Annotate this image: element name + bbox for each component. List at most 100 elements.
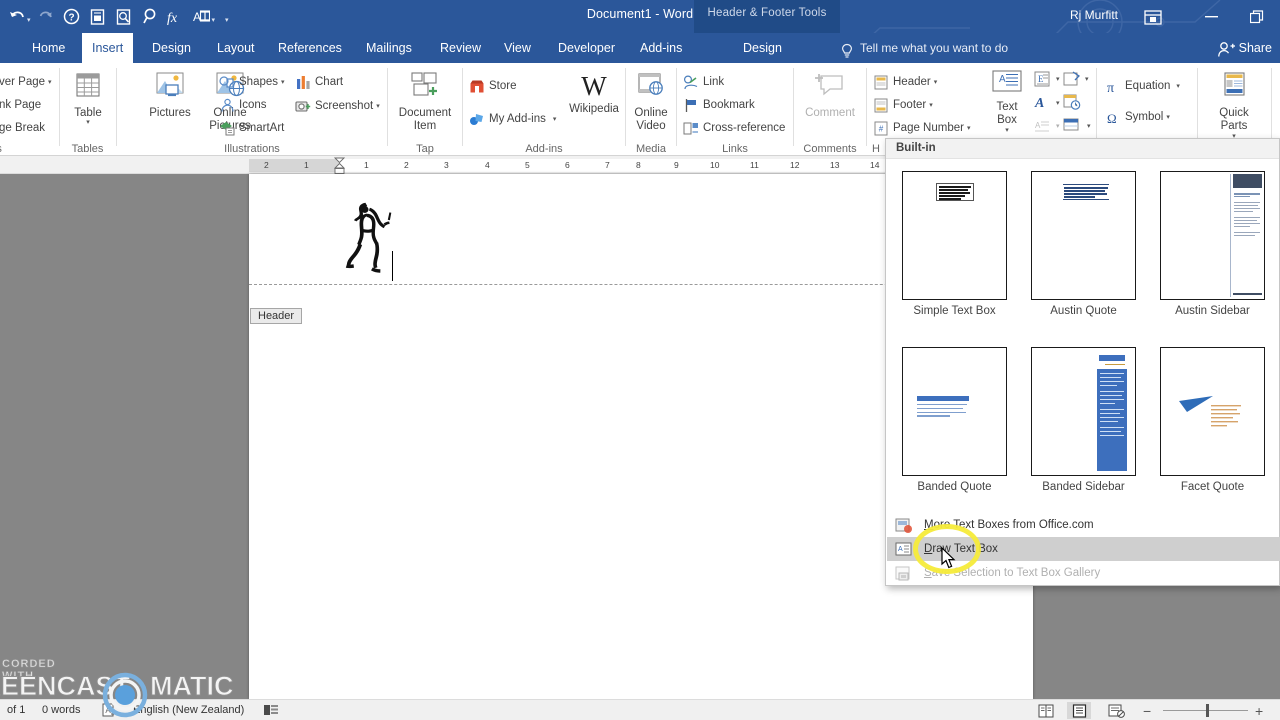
quick-parts-button[interactable]: Quick Parts ▾: [1205, 71, 1263, 140]
tab-mailings[interactable]: Mailings: [356, 33, 422, 63]
web-layout-view-button[interactable]: [1104, 702, 1128, 719]
tab-header-footer-design[interactable]: Design: [733, 33, 792, 63]
gallery-label-banded-sidebar: Banded Sidebar: [1042, 481, 1125, 493]
page-number-button[interactable]: # Page Number ▾: [872, 118, 970, 138]
menu-item-more-text-boxes[interactable]: More Text Boxes from Office.com: [887, 513, 1280, 537]
pictures-button[interactable]: Pictures: [142, 71, 198, 119]
blank-page-button[interactable]: nk Page: [0, 95, 41, 115]
tab-review[interactable]: Review: [430, 33, 491, 63]
icons-button[interactable]: Icons: [218, 95, 267, 115]
ruler-text-area: [340, 159, 888, 172]
language-indicator[interactable]: English (New Zealand): [133, 704, 244, 716]
gallery-item-banded-sidebar[interactable]: Banded Sidebar: [1031, 347, 1136, 493]
ruler-tick-2: 2: [404, 160, 409, 170]
window-controls[interactable]: [1188, 0, 1280, 33]
gallery-item-simple-text-box[interactable]: Simple Text Box: [902, 171, 1007, 317]
wordart-caret[interactable]: ▾: [1056, 99, 1060, 107]
tab-references[interactable]: References: [268, 33, 352, 63]
text-box-gallery-dropdown[interactable]: Built-in Simple Text Box Austin Quote Au…: [885, 138, 1280, 586]
ruler-tick-left-2: 2: [264, 160, 269, 170]
ruler-left-margin: [249, 159, 340, 172]
signature-line-caret[interactable]: ▾: [1056, 122, 1060, 130]
smartart-button[interactable]: SmartArt: [218, 118, 284, 138]
symbol-label: Symbol: [1125, 111, 1164, 123]
drop-cap-button[interactable]: E: [1034, 71, 1051, 90]
my-addins-button[interactable]: My Add-ins ▾: [468, 109, 556, 129]
store-button[interactable]: Store: [468, 76, 517, 96]
drop-cap-caret[interactable]: ▾: [1056, 75, 1060, 83]
equation-button[interactable]: π Equation ▾: [1104, 76, 1180, 96]
table-dropdown-caret[interactable]: ▾: [86, 119, 90, 126]
smartart-icon: [218, 120, 236, 136]
record-macro-icon[interactable]: [263, 703, 279, 720]
menu-item-save-selection[interactable]: Save Selection to Text Box Gallery: [887, 561, 1280, 585]
link-button[interactable]: Link: [682, 72, 724, 92]
document-item-button[interactable]: Document Item: [393, 71, 457, 133]
page-break-button[interactable]: ge Break: [0, 118, 45, 138]
ribbon-group-pages: ver Page▾ nk Page ge Break ages: [0, 63, 58, 156]
page-break-label: ge Break: [0, 122, 46, 134]
cover-page-button[interactable]: ver Page ▾: [0, 72, 52, 92]
gallery-item-austin-sidebar[interactable]: Austin Sidebar: [1160, 171, 1265, 317]
table-button[interactable]: Table ▾: [66, 71, 110, 126]
date-time-button[interactable]: [1063, 94, 1081, 113]
header-button[interactable]: Header ▾: [872, 72, 937, 92]
share-label: Share: [1238, 41, 1272, 55]
screenshot-button[interactable]: Screenshot ▾: [294, 96, 380, 116]
user-account-name[interactable]: Rj Murfitt: [1070, 8, 1118, 22]
shapes-button[interactable]: Shapes ▾: [218, 72, 285, 92]
tab-view[interactable]: View: [494, 33, 541, 63]
print-layout-view-button[interactable]: [1067, 702, 1091, 719]
tennis-player-silhouette-image[interactable]: [339, 200, 395, 281]
gallery-item-banded-quote[interactable]: Banded Quote: [902, 347, 1007, 493]
read-mode-view-button[interactable]: [1034, 702, 1058, 719]
tab-home[interactable]: Home: [22, 33, 75, 63]
symbol-button[interactable]: Ω Symbol ▾: [1104, 107, 1170, 127]
restore-icon[interactable]: [1234, 0, 1280, 33]
ribbon-display-options-icon[interactable]: [1138, 6, 1168, 28]
page-indicator[interactable]: of 1: [7, 704, 25, 716]
text-box-dropdown-caret[interactable]: ▾: [1005, 127, 1009, 134]
table-label: Table: [74, 106, 102, 119]
tab-addins[interactable]: Add-ins: [630, 33, 692, 63]
share-button[interactable]: Share: [1217, 33, 1272, 63]
tab-design[interactable]: Design: [142, 33, 201, 63]
object-caret[interactable]: ▾: [1085, 75, 1089, 83]
text-from-file-button[interactable]: [1063, 118, 1081, 135]
gallery-item-facet-quote[interactable]: Facet Quote: [1160, 347, 1265, 493]
text-box-button[interactable]: A Text Box ▾: [986, 69, 1028, 134]
bookmark-button[interactable]: Bookmark: [682, 95, 755, 115]
footer-button[interactable]: Footer ▾: [872, 95, 933, 115]
tab-developer[interactable]: Developer: [548, 33, 625, 63]
menu-item-draw-text-box[interactable]: A Draw Text Box: [887, 537, 1280, 561]
chart-button[interactable]: Chart: [294, 72, 343, 92]
shapes-label: Shapes: [239, 76, 279, 88]
zoom-slider-knob[interactable]: [1206, 704, 1209, 717]
title-bar: Header & Footer Tools ▾ ? fx A ▾ ▾ Docum…: [0, 0, 1280, 63]
bookmark-icon: [682, 97, 700, 113]
word-count[interactable]: 0 words: [42, 704, 81, 716]
object-insert-button[interactable]: [1063, 71, 1081, 90]
text-from-file-caret[interactable]: ▾: [1087, 122, 1091, 130]
comment-button[interactable]: Comment: [797, 71, 863, 119]
zoom-out-button[interactable]: −: [1143, 703, 1151, 719]
zoom-in-button[interactable]: +: [1255, 703, 1263, 719]
minimize-icon[interactable]: [1188, 0, 1234, 33]
online-video-icon: [636, 71, 666, 105]
proofing-errors-icon[interactable]: A: [102, 703, 117, 720]
wordart-button[interactable]: A: [1034, 94, 1051, 113]
ribbon-tab-strip[interactable]: Home Insert Design Layout References Mai…: [0, 33, 1280, 96]
gallery-label-banded-quote: Banded Quote: [917, 481, 992, 493]
gallery-item-austin-quote[interactable]: Austin Quote: [1031, 171, 1136, 317]
signature-line-button[interactable]: A: [1034, 119, 1051, 136]
wikipedia-button[interactable]: W Wikipedia: [564, 71, 624, 116]
header-area-tag[interactable]: Header: [250, 308, 303, 324]
cross-reference-button[interactable]: Cross-reference: [682, 118, 785, 138]
draw-text-box-icon: A: [892, 537, 916, 561]
online-video-button[interactable]: Online Video: [627, 71, 675, 133]
tab-layout[interactable]: Layout: [207, 33, 265, 63]
svg-text:A: A: [1034, 96, 1044, 110]
tell-me-search[interactable]: Tell me what you want to do: [838, 33, 1008, 63]
tab-insert[interactable]: Insert: [82, 33, 134, 63]
ribbon-group-media: Online Video Media: [627, 63, 675, 156]
